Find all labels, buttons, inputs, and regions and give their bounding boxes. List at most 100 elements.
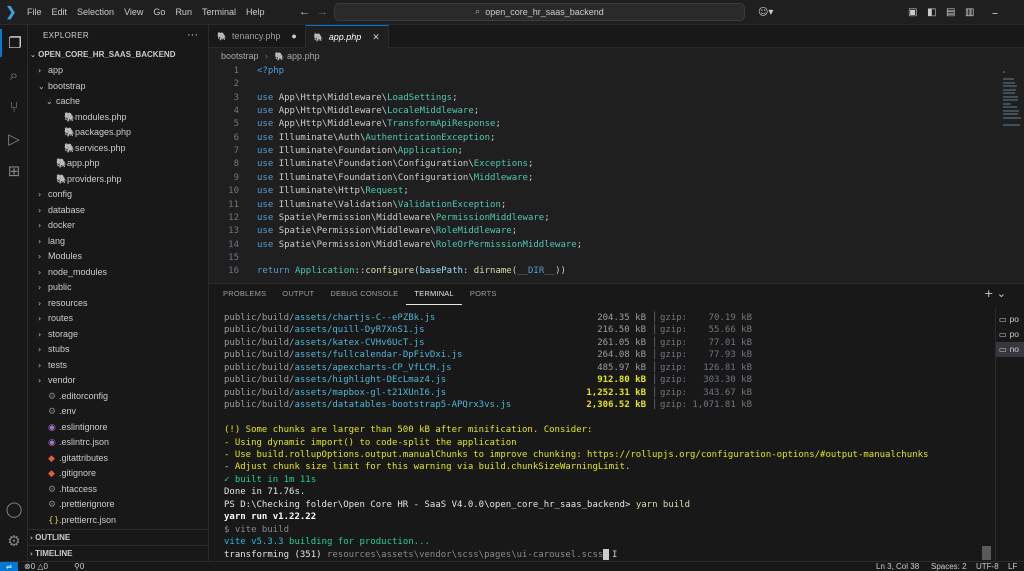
- panel-tab-debug-console[interactable]: DEBUG CONSOLE: [322, 284, 406, 304]
- tree-item-app-php[interactable]: 🐘app.php: [28, 156, 208, 172]
- title-bar: ❯ File Edit Selection View Go Run Terminal Help…: [0, 0, 1024, 25]
- search-view-icon[interactable]: ⌕: [0, 61, 28, 89]
- menu-run[interactable]: Run: [170, 0, 197, 25]
- menu-help[interactable]: Help: [241, 0, 270, 25]
- tree-item-modules-php[interactable]: 🐘modules.php: [28, 110, 208, 126]
- tree-item-public[interactable]: › public: [28, 280, 208, 296]
- panel-tab-terminal[interactable]: TERMINAL: [406, 284, 462, 305]
- tree-item-label: config: [48, 189, 73, 199]
- explorer-icon[interactable]: ❐: [0, 29, 28, 57]
- settings-gear-icon[interactable]: ⚙: [0, 527, 28, 555]
- gzip-size: 126.81 kB: [703, 362, 752, 373]
- tree-item-resources[interactable]: › resources: [28, 296, 208, 312]
- minimap[interactable]: [1003, 67, 1021, 147]
- panel-tab-output[interactable]: OUTPUT: [274, 284, 322, 304]
- tree-item-node-modules[interactable]: › node_modules: [28, 265, 208, 281]
- ports-indicator[interactable]: ⚲0: [74, 562, 84, 571]
- customize-layout-icon[interactable]: ▥: [965, 0, 974, 25]
- line-number: 11: [228, 199, 239, 210]
- forward-arrow-icon[interactable]: →: [312, 0, 333, 25]
- terminal-instance[interactable]: ▭ po: [996, 327, 1024, 342]
- tree-item-label: bootstrap: [48, 80, 86, 91]
- outline-section[interactable]: › OUTLINE: [28, 529, 208, 545]
- tab-tenancy-php[interactable]: 🐘 tenancy.php ●: [209, 25, 306, 48]
- git-file-icon: ◆: [48, 453, 55, 464]
- line-text: use Illuminate\Foundation\Application;: [257, 146, 463, 157]
- end-of-line[interactable]: LF: [1008, 562, 1017, 571]
- panel-tab-ports[interactable]: PORTS: [462, 284, 505, 304]
- editor-group: 🐘 tenancy.php ● 🐘 app.php ✕ bootstrap › 🐘 app…: [209, 25, 1024, 283]
- tab-app-php[interactable]: 🐘 app.php ✕: [305, 25, 389, 49]
- tree-item-storage[interactable]: › storage: [28, 327, 208, 343]
- tree-item-prettierrc-json[interactable]: {}.prettierrc.json: [28, 513, 208, 529]
- breadcrumb-folder[interactable]: bootstrap: [221, 51, 259, 61]
- cursor-position[interactable]: Ln 3, Col 38: [876, 562, 919, 571]
- tree-item-packages-php[interactable]: 🐘packages.php: [28, 125, 208, 141]
- tree-item-env[interactable]: ⚙ .env: [28, 404, 208, 420]
- workspace-root[interactable]: ⌄ OPEN_CORE_HR_SAAS_BACKEND: [28, 47, 208, 63]
- close-icon[interactable]: ✕: [372, 26, 380, 49]
- indentation[interactable]: Spaces: 2: [931, 562, 967, 571]
- tree-item-lang[interactable]: › lang: [28, 234, 208, 250]
- tree-item-bootstrap[interactable]: ⌄ bootstrap: [28, 79, 208, 95]
- more-actions-icon[interactable]: ···: [187, 29, 198, 41]
- tree-item-cache[interactable]: ⌄ cache: [28, 94, 208, 110]
- tree-item-prettierignore[interactable]: ⚙ .prettierignore: [28, 497, 208, 513]
- tree-item-editorconfig[interactable]: ⚙ .editorconfig: [28, 389, 208, 405]
- tree-item-config[interactable]: › config: [28, 187, 208, 203]
- toggle-sidebar-icon[interactable]: ▣: [908, 0, 917, 25]
- asset-dir: public/build/: [224, 337, 295, 348]
- menu-terminal[interactable]: Terminal: [197, 0, 241, 25]
- menu-go[interactable]: Go: [148, 0, 170, 25]
- warning-text: - Using dynamic import() to code-split t…: [224, 437, 517, 448]
- tree-item-routes[interactable]: › routes: [28, 311, 208, 327]
- tree-item-providers-php[interactable]: 🐘providers.php: [28, 172, 208, 188]
- tree-item-eslintignore[interactable]: ◉ .eslintignore: [28, 420, 208, 436]
- tree-item-gitignore[interactable]: ◆ .gitignore: [28, 466, 208, 482]
- command-center-search[interactable]: ⌕ open_core_hr_saas_backend: [334, 3, 745, 21]
- tree-item-app[interactable]: › app: [28, 63, 208, 79]
- minimize-window-icon[interactable]: –: [992, 0, 998, 25]
- copilot-icon[interactable]: ☺▾: [758, 0, 773, 25]
- code-editor[interactable]: 1 <?php 2 3 use App\Http\Middleware\LoadSett…: [209, 65, 1024, 283]
- menu-selection[interactable]: Selection: [72, 0, 119, 25]
- minimap-line: [1003, 113, 1018, 115]
- tree-item-vendor[interactable]: › vendor: [28, 373, 208, 389]
- new-terminal-icon[interactable]: + ⌄: [984, 287, 1006, 300]
- line-text: use Illuminate\Auth\AuthenticationExcept…: [257, 132, 496, 143]
- remote-indicator-icon[interactable]: ⇌: [0, 562, 18, 571]
- asset-size: 912.80 kB: [597, 375, 646, 386]
- code-line: 16 return Application::configure(basePath…: [209, 265, 566, 278]
- terminal-instance[interactable]: ▭ no: [996, 342, 1024, 357]
- terminal-scrollbar[interactable]: [982, 546, 991, 560]
- tree-item-docker[interactable]: › docker: [28, 218, 208, 234]
- timeline-section[interactable]: › TIMELINE: [28, 545, 208, 561]
- tree-item-label: .prettierrc.json: [59, 514, 117, 525]
- tree-item-services-php[interactable]: 🐘services.php: [28, 141, 208, 157]
- problems-indicator[interactable]: ⊗0 △0: [24, 562, 48, 571]
- terminal-instance[interactable]: ▭ po: [996, 312, 1024, 327]
- tree-item-stubs[interactable]: › stubs: [28, 342, 208, 358]
- tree-item-modules[interactable]: › Modules: [28, 249, 208, 265]
- source-control-icon[interactable]: ⑂: [0, 93, 28, 121]
- toggle-secondary-sidebar-icon[interactable]: ▤: [946, 0, 955, 25]
- tree-item-gitattributes[interactable]: ◆ .gitattributes: [28, 451, 208, 467]
- asset-row: public/build/assets/chartjs-C--ePZBk.js 2…: [224, 312, 752, 325]
- tree-item-eslintrc-json[interactable]: ◉ .eslintrc.json: [28, 435, 208, 451]
- tree-item-htaccess[interactable]: ⚙ .htaccess: [28, 482, 208, 498]
- menu-view[interactable]: View: [119, 0, 148, 25]
- warning-text: - Use build.rollupOptions.output.manualC…: [224, 449, 929, 460]
- breadcrumb-file[interactable]: app.php: [287, 51, 320, 61]
- extensions-icon[interactable]: ⊞: [0, 157, 28, 185]
- menu-file[interactable]: File: [22, 0, 47, 25]
- encoding[interactable]: UTF-8: [976, 562, 999, 571]
- tree-item-tests[interactable]: › tests: [28, 358, 208, 374]
- toggle-panel-icon[interactable]: ◧: [927, 0, 936, 25]
- tree-item-database[interactable]: › database: [28, 203, 208, 219]
- run-debug-icon[interactable]: ▷: [0, 125, 28, 153]
- panel-tab-problems[interactable]: PROBLEMS: [215, 284, 274, 304]
- account-icon[interactable]: ◯: [0, 495, 28, 523]
- modified-dot-icon[interactable]: ●: [291, 25, 296, 48]
- asset-dir: public/build/: [224, 313, 295, 323]
- menu-edit[interactable]: Edit: [47, 0, 73, 25]
